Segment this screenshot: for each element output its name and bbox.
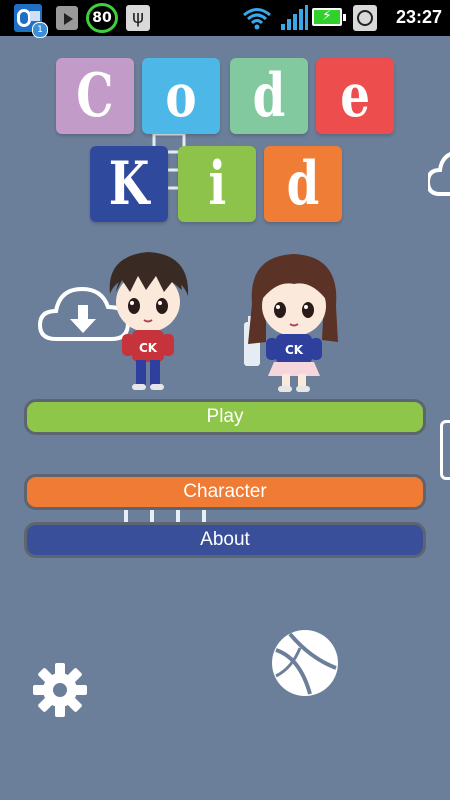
usb-icon: ψ	[126, 5, 150, 31]
logo-tile-k: K	[90, 146, 168, 222]
logo-tile-e: e	[316, 58, 394, 134]
notification-badge: 1	[32, 22, 48, 38]
signal-icon	[281, 5, 308, 30]
logo-tile-d: d	[230, 58, 308, 134]
settings-gear-icon[interactable]	[32, 662, 88, 718]
logo-tile-d2: d	[264, 146, 342, 222]
battery-circle-icon: 80	[86, 3, 118, 33]
alarm-icon	[353, 5, 377, 31]
wifi-icon	[243, 8, 271, 30]
logo-tile-i: i	[178, 146, 256, 222]
about-button[interactable]: About	[24, 522, 426, 558]
girl-character[interactable]: CK	[242, 250, 346, 394]
cloud-icon	[428, 152, 450, 196]
play-button[interactable]: Play	[24, 399, 426, 435]
play-store-icon	[56, 6, 78, 30]
character-button[interactable]: Character	[24, 474, 426, 510]
status-bar: 1 80 ψ ⚡ 23:27	[0, 0, 450, 38]
outlook-icon: 1	[14, 4, 48, 38]
battery-icon: ⚡	[312, 8, 346, 26]
basketball-icon	[272, 630, 338, 696]
girl-badge: CK	[285, 343, 304, 357]
logo-tile-o: o	[142, 58, 220, 134]
clock: 23:27	[395, 7, 442, 27]
phone-icon	[440, 420, 450, 480]
logo-tile-c: C	[56, 58, 134, 134]
boy-character[interactable]: CK	[102, 246, 194, 392]
boy-badge: CK	[139, 341, 158, 355]
